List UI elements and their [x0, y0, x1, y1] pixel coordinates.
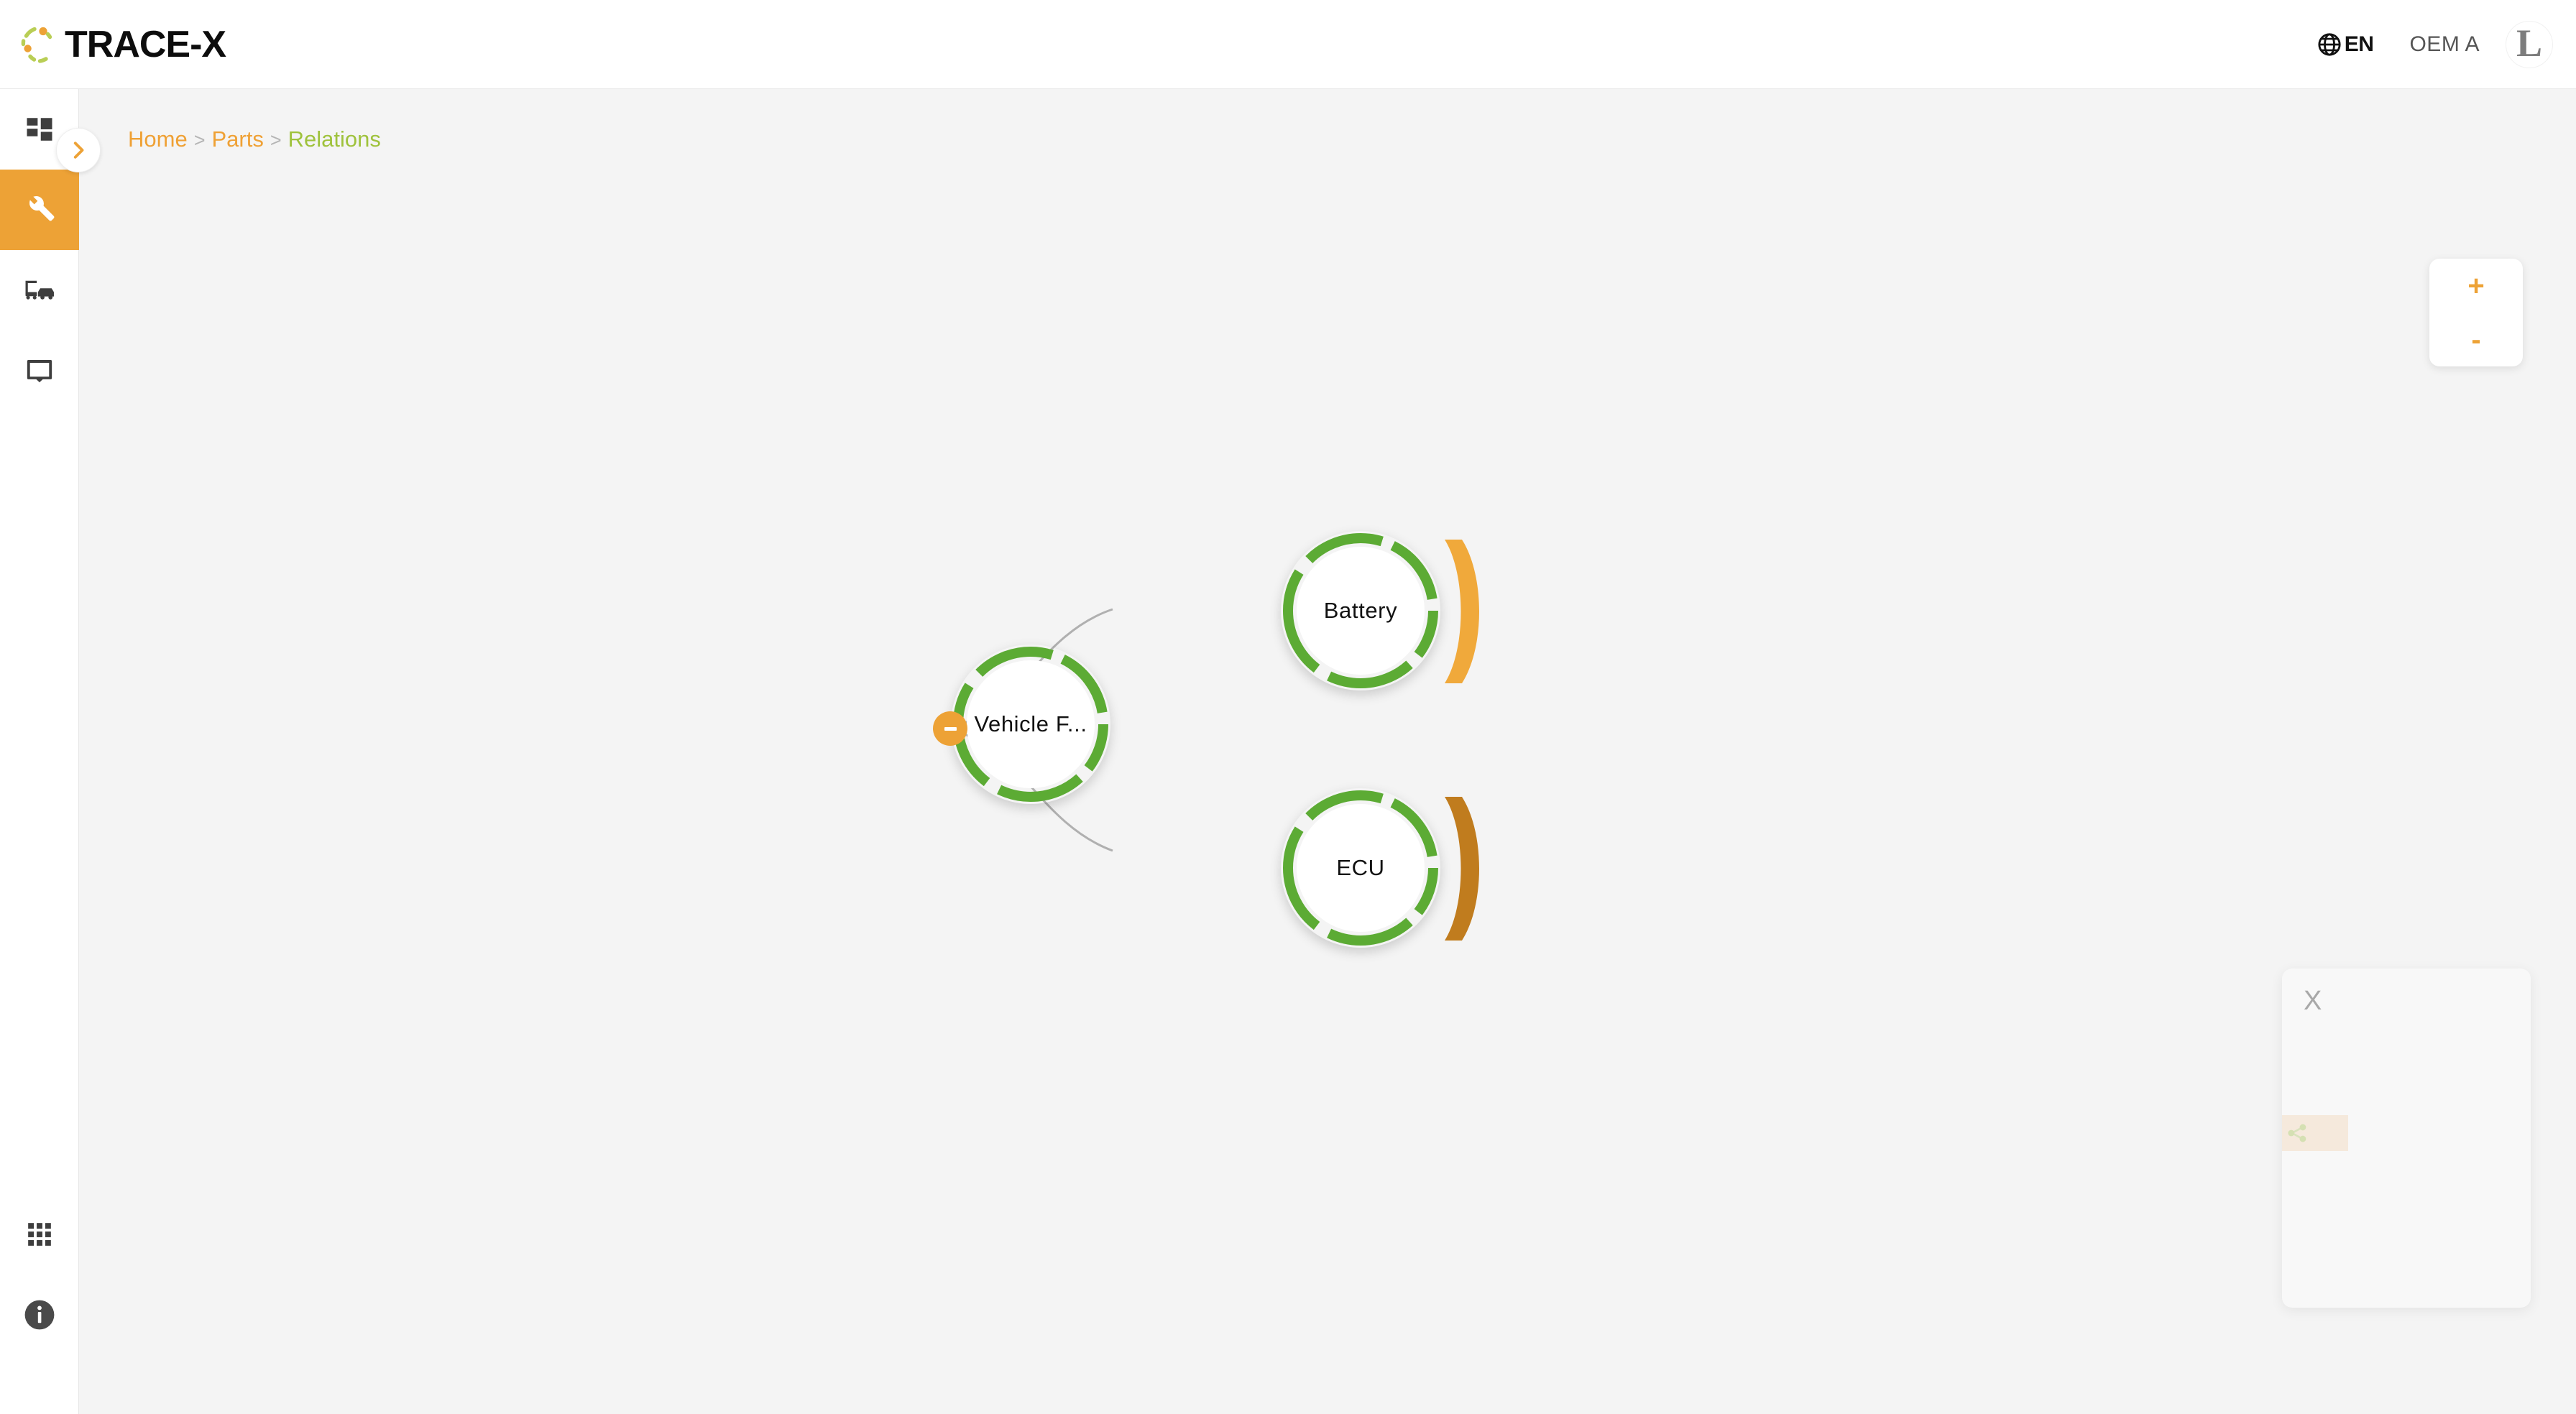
- sidebar-expand-button[interactable]: [56, 128, 101, 172]
- graph-node-vehicle[interactable]: Vehicle F...: [951, 644, 1110, 804]
- header-actions: EN OEM A L: [2313, 20, 2553, 68]
- sidebar: [0, 89, 79, 1414]
- minus-icon: [944, 726, 957, 731]
- breadcrumb-item-home[interactable]: Home: [128, 126, 188, 152]
- breadcrumb-separator: >: [193, 129, 206, 151]
- sidebar-item-inbox[interactable]: [0, 331, 79, 411]
- node-label: Battery: [1323, 598, 1398, 623]
- relations-graph: Vehicle F... Battery ECU: [79, 89, 2576, 1414]
- sidebar-secondary-nav: [0, 1194, 79, 1355]
- share-nodes-icon: [2288, 1124, 2306, 1142]
- sidebar-item-apps[interactable]: [0, 1194, 79, 1275]
- app-header: TRACE-X EN OEM A L: [0, 0, 2576, 89]
- language-switcher[interactable]: EN: [2313, 28, 2378, 61]
- zoom-controls: + -: [2429, 259, 2523, 366]
- relations-canvas[interactable]: Vehicle F... Battery ECU + -: [79, 89, 2576, 1414]
- avatar[interactable]: L: [2506, 20, 2553, 68]
- inbox-icon: [27, 359, 52, 383]
- sidebar-item-other-parts[interactable]: [0, 250, 79, 331]
- sidebar-item-info[interactable]: [0, 1275, 79, 1355]
- avatar-initial: L: [2516, 21, 2543, 65]
- vehicles-icon: [25, 280, 54, 300]
- globe-icon: [2318, 32, 2341, 56]
- zoom-out-button[interactable]: -: [2429, 313, 2523, 366]
- language-label: EN: [2344, 32, 2374, 56]
- node-face: Vehicle F...: [967, 660, 1095, 788]
- sidebar-item-parts[interactable]: [0, 170, 79, 250]
- brand-wordmark: TRACE-X: [65, 23, 226, 65]
- breadcrumb-item-relations[interactable]: Relations: [288, 126, 381, 152]
- panel-close-button[interactable]: X: [2304, 987, 2322, 1015]
- breadcrumb-separator: >: [270, 129, 282, 151]
- traceability-circle-logo-icon: [21, 27, 52, 63]
- breadcrumb-item-parts[interactable]: Parts: [211, 126, 263, 152]
- node-face: Battery: [1297, 547, 1425, 675]
- node-label: ECU: [1336, 855, 1385, 880]
- zoom-in-button[interactable]: +: [2429, 259, 2523, 313]
- node-face: ECU: [1297, 804, 1425, 932]
- apps-grid-icon: [28, 1223, 51, 1246]
- chevron-right-icon: [73, 142, 84, 159]
- dashboard-grid-icon: [27, 118, 52, 141]
- graph-node-battery[interactable]: Battery: [1281, 531, 1479, 690]
- graph-edges: [949, 608, 1113, 852]
- graph-node-ecu[interactable]: ECU: [1281, 788, 1479, 948]
- breadcrumb: Home > Parts > Relations: [128, 126, 381, 152]
- node-collapse-toggle[interactable]: [933, 711, 967, 746]
- info-circle-icon: [24, 1300, 55, 1330]
- panel-relations-row[interactable]: [2282, 1115, 2348, 1151]
- wrench-icon: [29, 195, 55, 221]
- brand-logo[interactable]: TRACE-X: [19, 24, 226, 65]
- tenant-name: OEM A: [2409, 32, 2480, 56]
- detail-panel: X: [2282, 969, 2531, 1308]
- node-label: Vehicle F...: [974, 711, 1087, 736]
